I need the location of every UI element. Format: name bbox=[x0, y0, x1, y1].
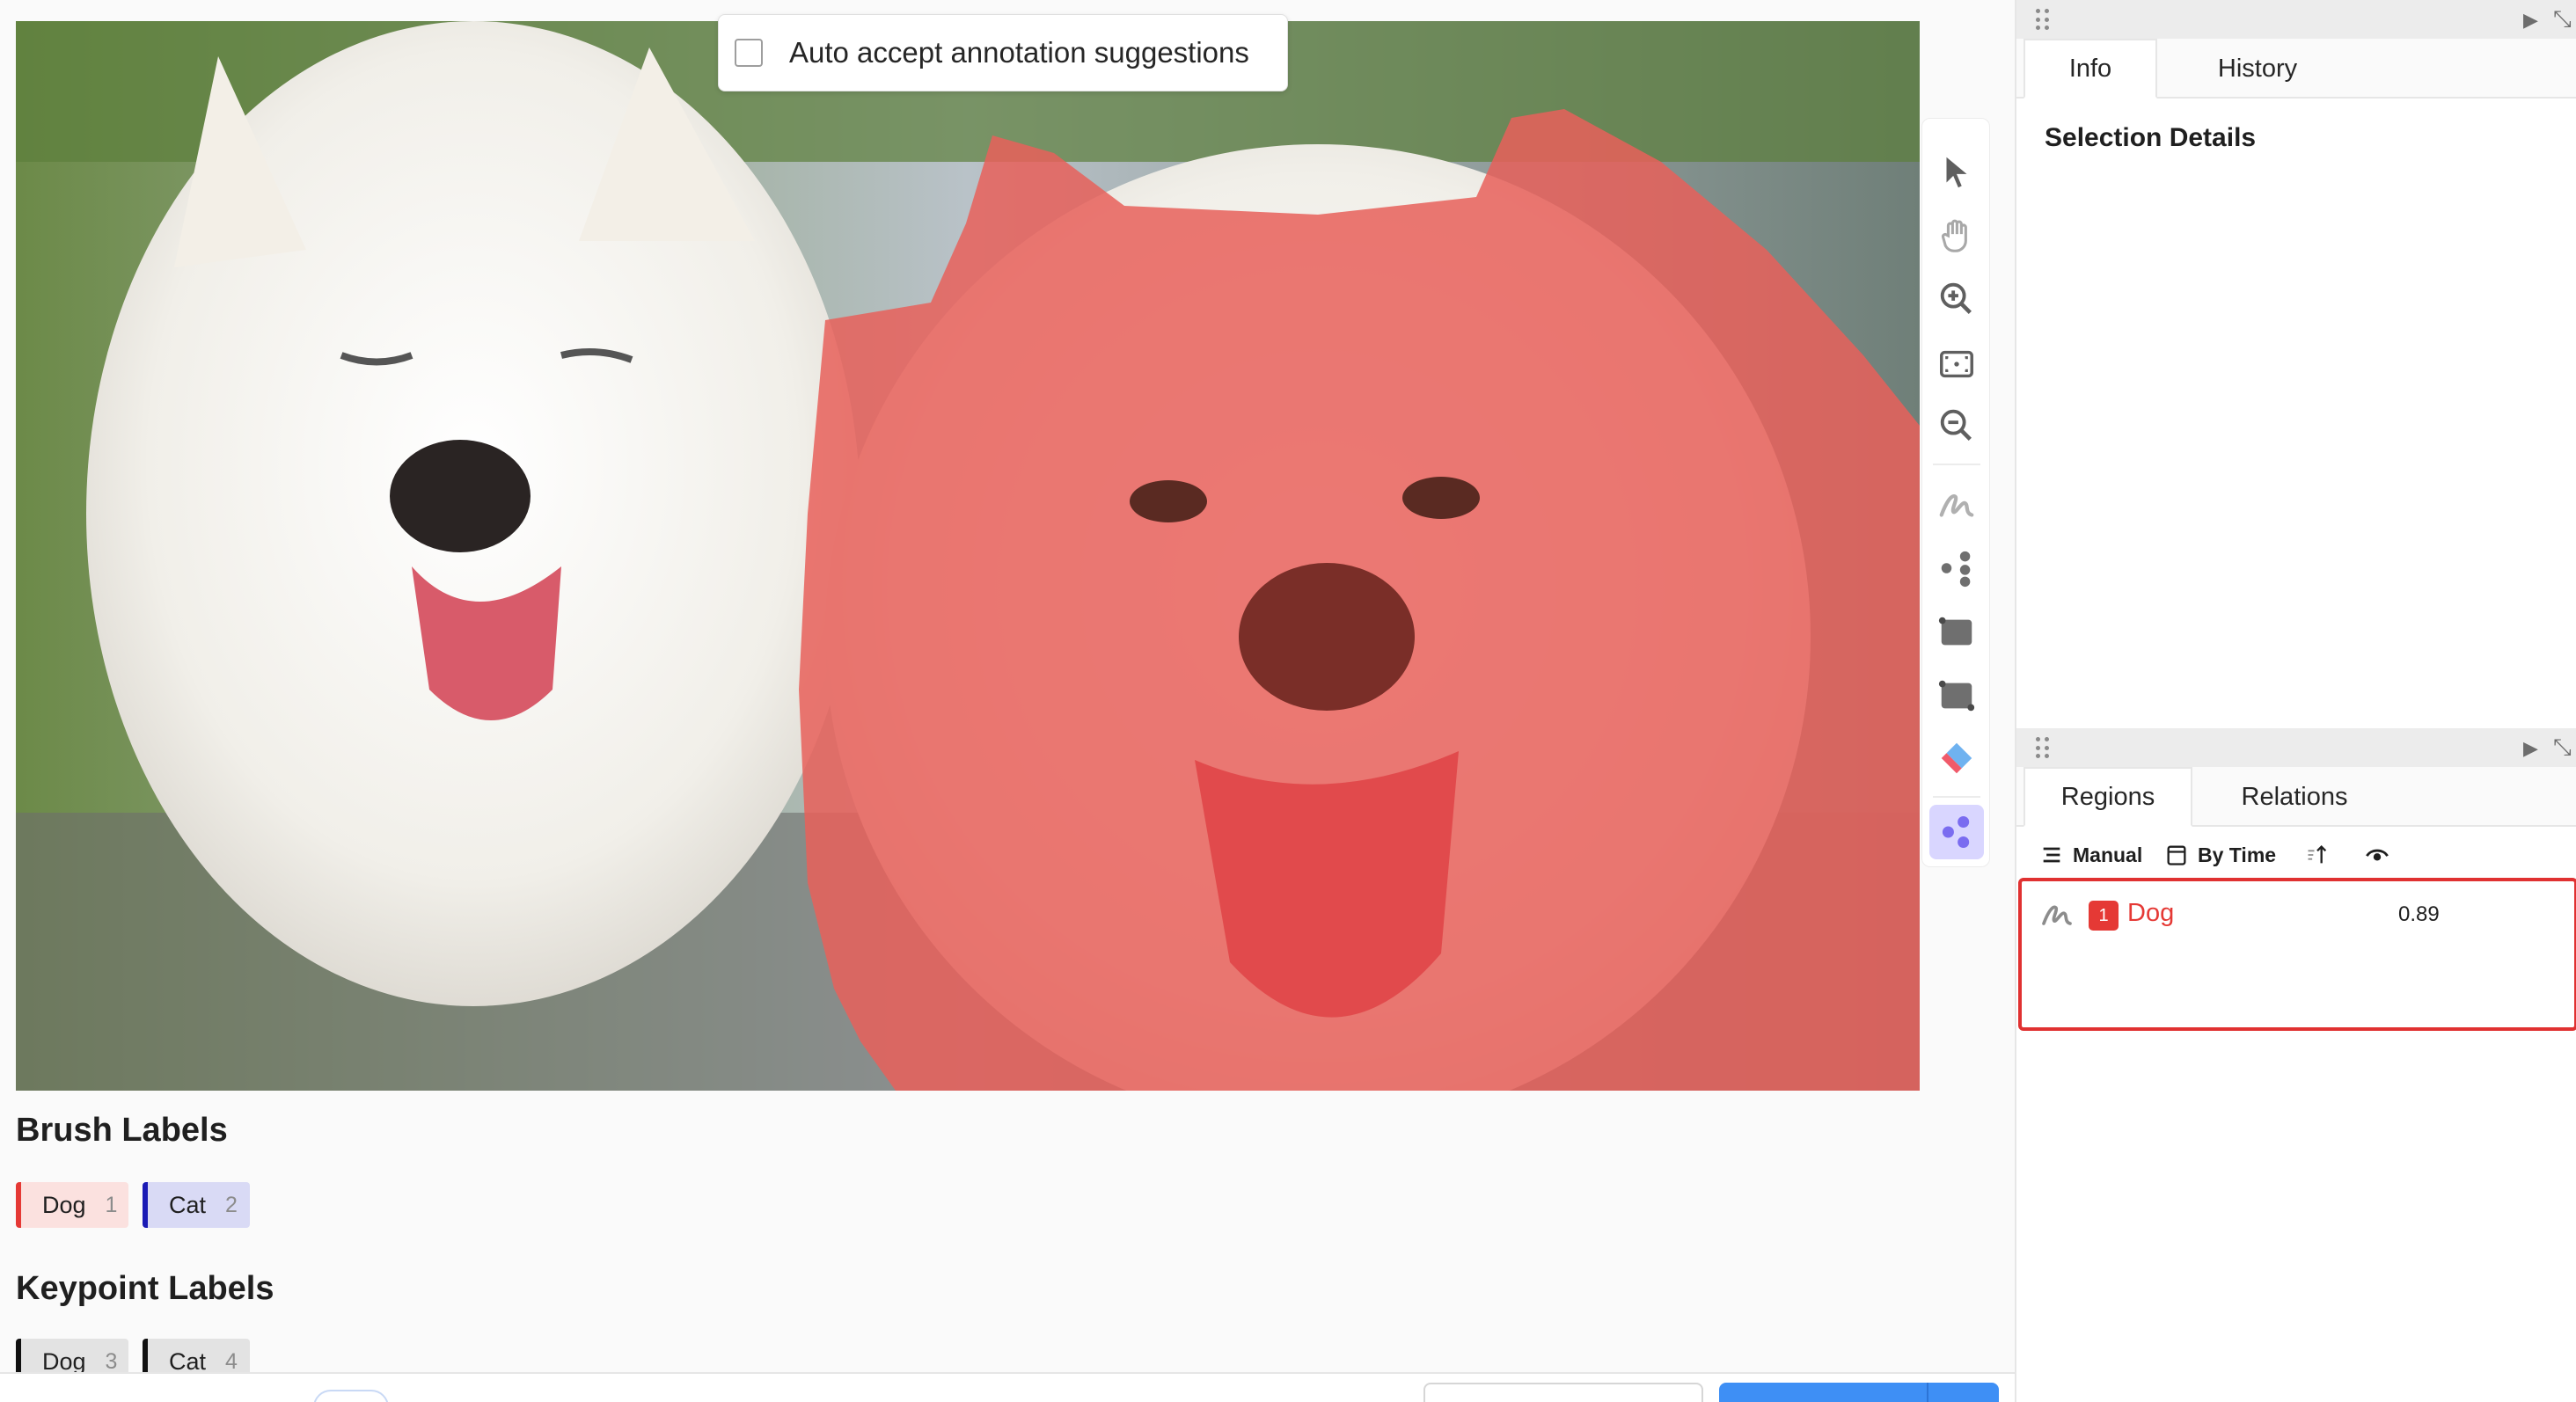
photo-two-dogs bbox=[16, 21, 1920, 1091]
label-chip-hotkey: 3 bbox=[105, 1348, 118, 1374]
zoom-in-tool[interactable] bbox=[1929, 272, 1984, 326]
regions-panel-header[interactable]: ▶ ⤡ bbox=[2016, 728, 2576, 767]
region-list: 1 Dog 0.89 bbox=[2018, 878, 2576, 1031]
rectangle-icon bbox=[1938, 617, 1972, 646]
sort-by-time-button[interactable]: By Time bbox=[2164, 839, 2276, 871]
auto-accept-label: Auto accept annotation suggestions bbox=[789, 36, 1249, 69]
toggle-visibility-button[interactable] bbox=[2365, 839, 2398, 871]
zoom-out-tool[interactable] bbox=[1929, 398, 1984, 453]
eraser-icon bbox=[1941, 742, 1972, 774]
keypoint-labels-title: Keypoint Labels bbox=[16, 1270, 274, 1307]
regions-toolbar: Manual By Time bbox=[2039, 839, 2567, 871]
tab-info[interactable]: Info bbox=[2023, 39, 2157, 99]
secondary-action-button[interactable] bbox=[1423, 1383, 1703, 1402]
region-label: Dog bbox=[2127, 899, 2175, 927]
expand-panel-icon[interactable]: ▶ bbox=[2523, 9, 2538, 32]
list-order-icon bbox=[2043, 847, 2060, 863]
tab-regions[interactable]: Regions bbox=[2023, 767, 2192, 827]
region-index-badge: 1 bbox=[2089, 901, 2119, 931]
brush-icon bbox=[1939, 494, 1974, 517]
polygon-tool[interactable] bbox=[1929, 668, 1984, 722]
zoom-out-icon bbox=[1940, 409, 1972, 441]
label-chip-hotkey: 1 bbox=[105, 1192, 118, 1217]
magic-wand-icon bbox=[1942, 815, 1970, 849]
tab-relations[interactable]: Relations bbox=[2192, 767, 2397, 827]
image-canvas[interactable] bbox=[16, 21, 1920, 1091]
rectangle-tool[interactable] bbox=[1929, 604, 1984, 659]
label-chip-dog[interactable]: Dog 1 bbox=[16, 1182, 128, 1228]
fit-tool[interactable] bbox=[1929, 337, 1984, 391]
drag-handle-icon[interactable] bbox=[2036, 737, 2050, 760]
auto-accept-bar: Auto accept annotation suggestions bbox=[718, 14, 1288, 91]
calendar-icon bbox=[2167, 845, 2186, 865]
region-row[interactable]: 1 Dog 0.89 bbox=[2022, 881, 2574, 952]
zoom-in-icon bbox=[1940, 282, 1972, 314]
eraser-tool[interactable] bbox=[1929, 731, 1984, 785]
tool-bar bbox=[1921, 118, 1990, 867]
label-chip-text: Dog bbox=[42, 1191, 86, 1218]
selection-details-title: Selection Details bbox=[2045, 123, 2257, 152]
pan-tool[interactable] bbox=[1929, 208, 1984, 263]
label-chip-text: Cat bbox=[169, 1347, 207, 1375]
keypoint-tool[interactable] bbox=[1929, 541, 1984, 595]
toolbar-divider bbox=[1933, 796, 1980, 798]
collapse-panel-icon[interactable]: ⤡ bbox=[2553, 734, 2572, 762]
order-manual-label: Manual bbox=[2073, 843, 2143, 866]
side-panel: ▶ ⤡ Info History Selection Details ▶ ⤡ R… bbox=[2015, 0, 2576, 1402]
drag-handle-icon[interactable] bbox=[2036, 9, 2050, 32]
label-chip-cat[interactable]: Cat 2 bbox=[143, 1182, 250, 1228]
regions-tabs: Regions Relations bbox=[2016, 767, 2576, 827]
eye-icon bbox=[2366, 849, 2389, 861]
brush-labels-title: Brush Labels bbox=[16, 1112, 228, 1149]
polygon-icon bbox=[1938, 680, 1975, 712]
sort-direction-icon bbox=[2308, 845, 2327, 864]
bottom-action-bar bbox=[0, 1372, 2015, 1402]
bottom-toggle[interactable] bbox=[313, 1390, 389, 1402]
keypoint-icon bbox=[1941, 551, 1971, 588]
label-chip-text: Cat bbox=[169, 1191, 207, 1218]
primary-button-divider bbox=[1927, 1383, 1928, 1402]
order-manual-button[interactable]: Manual bbox=[2039, 839, 2142, 871]
magic-wand-tool[interactable] bbox=[1929, 805, 1984, 859]
brush-icon bbox=[2042, 905, 2072, 925]
collapse-panel-icon[interactable]: ⤡ bbox=[2553, 5, 2572, 33]
sort-direction-button[interactable] bbox=[2305, 839, 2338, 871]
sort-by-time-label: By Time bbox=[2198, 843, 2277, 866]
label-chip-hotkey: 2 bbox=[225, 1192, 238, 1217]
toolbar-divider bbox=[1933, 464, 1980, 465]
tab-history[interactable]: History bbox=[2157, 39, 2358, 99]
select-tool[interactable] bbox=[1929, 145, 1984, 200]
info-tabs: Info History bbox=[2016, 39, 2576, 99]
label-chip-hotkey: 4 bbox=[225, 1348, 238, 1374]
select-icon bbox=[1946, 157, 1967, 188]
main-area: Auto accept annotation suggestions Brush… bbox=[0, 0, 2015, 1402]
brush-tool[interactable] bbox=[1929, 478, 1984, 532]
pan-icon bbox=[1942, 219, 1967, 252]
primary-action-button[interactable] bbox=[1719, 1383, 1999, 1402]
label-chip-text: Dog bbox=[42, 1347, 86, 1375]
fit-icon bbox=[1940, 350, 1973, 378]
info-panel-header[interactable]: ▶ ⤡ bbox=[2016, 0, 2576, 39]
expand-panel-icon[interactable]: ▶ bbox=[2523, 737, 2538, 760]
auto-accept-checkbox[interactable] bbox=[735, 39, 763, 67]
region-score: 0.89 bbox=[2398, 902, 2440, 926]
